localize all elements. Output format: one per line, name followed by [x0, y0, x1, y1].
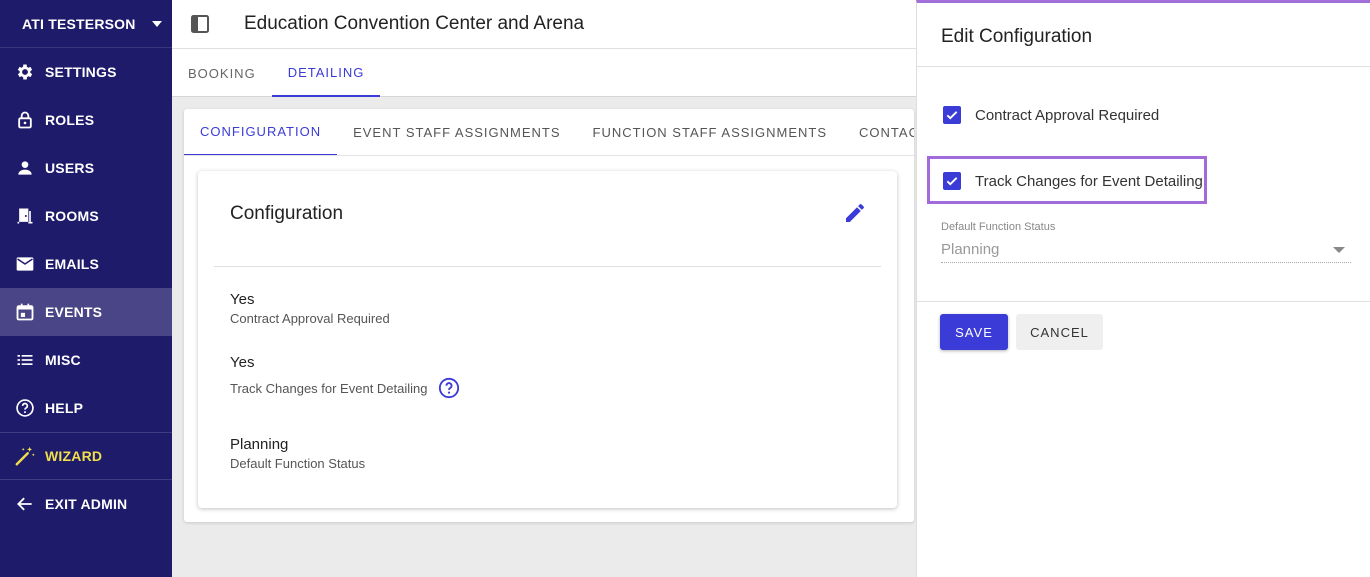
page-title: Education Convention Center and Arena	[244, 13, 585, 34]
sidebar-item-label: EXIT ADMIN	[45, 496, 128, 512]
divider	[917, 66, 1370, 67]
configuration-title: Configuration	[230, 203, 344, 224]
tab-booking[interactable]: BOOKING	[172, 49, 272, 97]
track-changes-checkbox[interactable]: Track Changes for Event Detailing	[943, 172, 1203, 190]
select-value: Planning	[941, 241, 1000, 258]
sidebar-item-settings[interactable]: SETTINGS	[0, 48, 172, 96]
toggle-sidebar-icon[interactable]	[191, 15, 209, 33]
sidebar-item-label: EVENTS	[45, 304, 103, 320]
page-header: Education Convention Center and Arena	[172, 0, 932, 49]
dropdown-arrow-icon	[1333, 246, 1345, 253]
help-icon	[14, 397, 36, 419]
checkbox-label: Track Changes for Event Detailing	[975, 172, 1203, 190]
chevron-down-icon	[151, 20, 162, 27]
field-value: Yes	[230, 291, 255, 308]
person-icon	[14, 157, 36, 179]
tab-configuration[interactable]: CONFIGURATION	[184, 109, 338, 155]
top-tabs: BOOKING DETAILING	[172, 49, 932, 97]
sidebar-item-help[interactable]: HELP	[0, 384, 172, 432]
app-root: ATI TESTERSON SETTINGS ROLES USERS ROOMS…	[0, 0, 1370, 577]
divider	[214, 266, 881, 267]
tab-function-staff-assignments[interactable]: FUNCTION STAFF ASSIGNMENTS	[577, 109, 844, 155]
field-value: Yes	[230, 354, 255, 371]
tab-event-staff-assignments[interactable]: EVENT STAFF ASSIGNMENTS	[337, 109, 576, 155]
help-circle-icon[interactable]	[438, 377, 460, 399]
sidebar-item-label: MISC	[45, 352, 81, 368]
user-menu[interactable]: ATI TESTERSON	[0, 0, 172, 48]
calendar-icon	[14, 301, 36, 323]
sidebar-item-label: EMAILS	[45, 256, 100, 272]
sidebar: ATI TESTERSON SETTINGS ROLES USERS ROOMS…	[0, 0, 172, 577]
sidebar-item-label: ROOMS	[45, 208, 99, 224]
field-label: Track Changes for Event Detailing	[230, 377, 460, 399]
sidebar-item-label: ROLES	[45, 112, 95, 128]
sidebar-item-roles[interactable]: ROLES	[0, 96, 172, 144]
field-default-function-status: Planning Default Function Status	[230, 436, 365, 471]
mail-icon	[14, 253, 36, 275]
contract-approval-checkbox[interactable]: Contract Approval Required	[943, 106, 1159, 124]
magic-wand-icon	[14, 445, 36, 467]
select-label: Default Function Status	[941, 221, 1056, 233]
field-label-text: Contract Approval Required	[230, 311, 390, 326]
field-label: Contract Approval Required	[230, 311, 390, 326]
gear-icon	[14, 61, 36, 83]
drawer-title: Edit Configuration	[941, 26, 1093, 47]
door-icon	[14, 205, 36, 227]
configuration-card: Configuration Yes Contract Approval Requ…	[198, 171, 897, 508]
list-icon	[14, 349, 36, 371]
field-label: Default Function Status	[230, 456, 365, 471]
sidebar-item-label: USERS	[45, 160, 95, 176]
field-track-changes: Yes Track Changes for Event Detailing	[230, 354, 460, 399]
tab-contact-roles[interactable]: CONTACT RO	[843, 109, 914, 155]
sidebar-item-exit-admin[interactable]: EXIT ADMIN	[0, 480, 172, 528]
sidebar-item-label: SETTINGS	[45, 64, 117, 80]
checkbox-checked-icon[interactable]	[943, 106, 961, 124]
sidebar-item-rooms[interactable]: ROOMS	[0, 192, 172, 240]
sub-tabs: CONFIGURATION EVENT STAFF ASSIGNMENTS FU…	[184, 109, 914, 156]
tab-detailing[interactable]: DETAILING	[271, 49, 381, 97]
field-label-text: Default Function Status	[230, 456, 366, 471]
select-value-row[interactable]: Planning	[941, 237, 1351, 263]
divider	[917, 301, 1370, 302]
detailing-content: CONFIGURATION EVENT STAFF ASSIGNMENTS FU…	[184, 109, 914, 522]
sidebar-item-events[interactable]: EVENTS	[0, 288, 172, 336]
field-contract-approval: Yes Contract Approval Required	[230, 291, 390, 326]
user-name: ATI TESTERSON	[22, 15, 136, 32]
sidebar-item-label: HELP	[45, 400, 84, 416]
cancel-button[interactable]: CANCEL	[1016, 314, 1103, 350]
sidebar-item-label: WIZARD	[45, 448, 103, 464]
edit-configuration-drawer: Edit Configuration Contract Approval Req…	[916, 0, 1370, 577]
sidebar-item-users[interactable]: USERS	[0, 144, 172, 192]
sidebar-item-wizard[interactable]: WIZARD	[0, 432, 172, 480]
field-value: Planning	[230, 436, 289, 453]
save-button[interactable]: SAVE	[940, 314, 1008, 350]
checkbox-label: Contract Approval Required	[975, 106, 1160, 124]
arrow-left-icon	[14, 493, 36, 515]
pencil-icon[interactable]	[843, 201, 867, 225]
default-function-status-select[interactable]: Default Function Status Planning	[941, 221, 1351, 263]
sidebar-item-emails[interactable]: EMAILS	[0, 240, 172, 288]
checkbox-checked-icon[interactable]	[943, 172, 961, 190]
field-label-text: Track Changes for Event Detailing	[230, 380, 428, 396]
lock-icon	[14, 109, 36, 131]
sidebar-item-misc[interactable]: MISC	[0, 336, 172, 384]
